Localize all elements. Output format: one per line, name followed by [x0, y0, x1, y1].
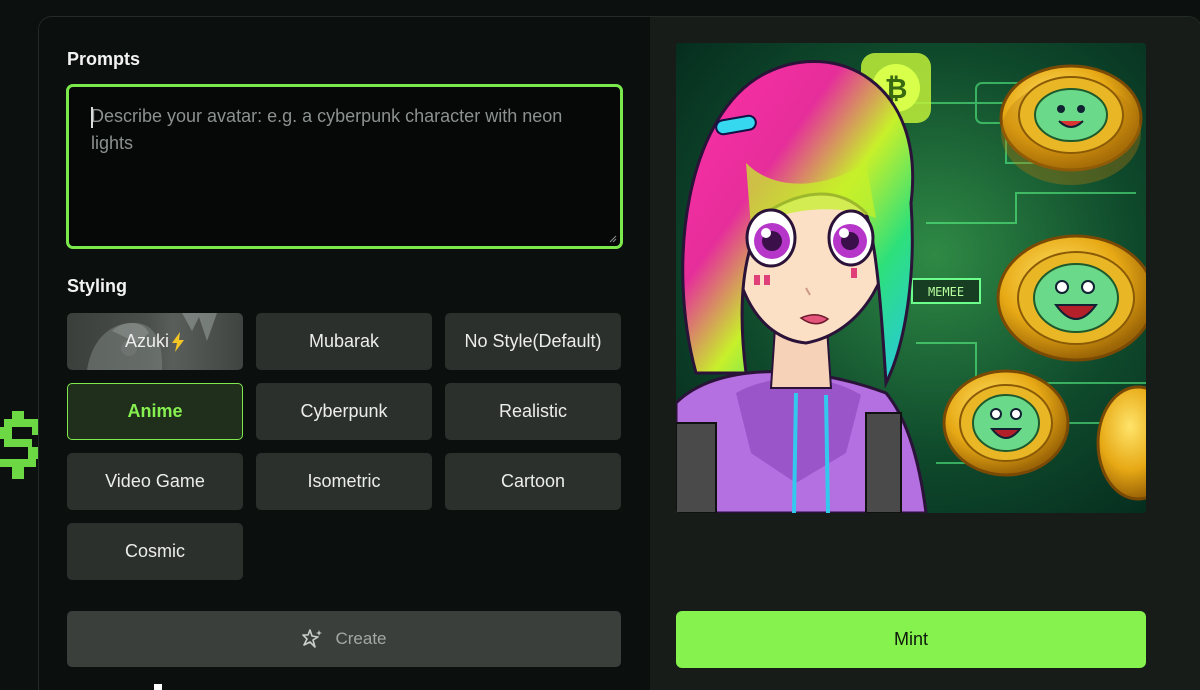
style-option-isometric[interactable]: Isometric: [256, 453, 432, 510]
style-option-label: No Style(Default): [464, 331, 602, 351]
style-option-label: Video Game: [105, 471, 205, 491]
app-stage: Prompts Styling A: [0, 0, 1200, 690]
style-option-realistic[interactable]: Realistic: [445, 383, 621, 440]
settings-panel: Prompts Styling A: [39, 17, 650, 690]
resize-grip-icon[interactable]: [609, 235, 617, 243]
style-option-cyberpunk[interactable]: Cyberpunk: [256, 383, 432, 440]
create-button[interactable]: Create: [67, 611, 621, 667]
text-caret: [91, 107, 93, 128]
prompts-heading: Prompts: [67, 49, 141, 69]
avatar-preview-image: ₿ MEMEE: [676, 43, 1146, 513]
create-button-label: Create: [335, 629, 387, 648]
style-option-label: Azuki: [124, 331, 169, 351]
sparkle-icon: [302, 629, 323, 648]
style-option-cartoon[interactable]: Cartoon: [445, 453, 621, 510]
style-option-no-style[interactable]: No Style(Default): [445, 313, 621, 370]
style-option-azuki[interactable]: Azuki: [67, 313, 243, 370]
bottom-edge-marker: [154, 684, 162, 690]
lightning-bolt-icon: [172, 331, 184, 352]
prompt-input[interactable]: [69, 87, 620, 246]
style-option-label: Cyberpunk: [300, 401, 388, 421]
memee-badge-text: MEMEE: [928, 285, 964, 299]
mint-button[interactable]: Mint: [676, 611, 1146, 668]
styling-heading: Styling: [67, 276, 128, 296]
style-option-label: Cosmic: [124, 541, 185, 561]
prompt-input-container: [66, 84, 623, 249]
style-option-label: Realistic: [498, 401, 568, 421]
style-option-label: Mubarak: [308, 331, 380, 351]
preview-panel: ₿ MEMEE Mint: [650, 17, 1200, 690]
style-option-anime[interactable]: Anime: [67, 383, 243, 440]
style-option-label: Isometric: [307, 471, 381, 491]
avatar-generator-card: Prompts Styling A: [38, 16, 1200, 690]
style-option-label: Anime: [127, 401, 183, 421]
style-option-cosmic[interactable]: Cosmic: [67, 523, 243, 580]
style-option-label: Cartoon: [500, 471, 566, 491]
mint-button-label: Mint: [893, 629, 928, 649]
style-option-mubarak[interactable]: Mubarak: [256, 313, 432, 370]
avatar-illustration: ₿ MEMEE: [676, 43, 1146, 513]
style-option-video-game[interactable]: Video Game: [67, 453, 243, 510]
